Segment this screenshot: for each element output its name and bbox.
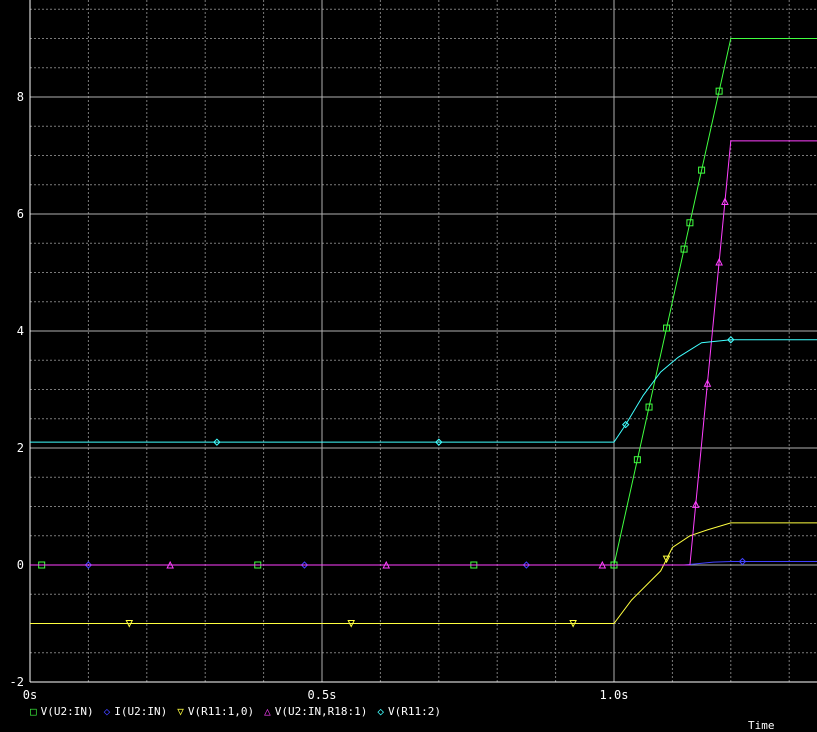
- legend-label: V(U2:IN): [40, 705, 94, 718]
- y-tick-label: -2: [10, 675, 24, 689]
- series-v-r11-2-: [30, 336, 817, 446]
- major-grid: [29, 0, 817, 683]
- y-tick-label: 8: [17, 90, 24, 104]
- legend-item: ◇ V(R11:2): [377, 705, 441, 718]
- y-tick-label: 4: [17, 324, 24, 338]
- legend: □ V(U2:IN) ◇ I(U2:IN) ▽ V(R11:1,0) △ V(U2:IN,R1…: [30, 705, 451, 718]
- x-tick-label: 0.5s: [308, 688, 337, 702]
- series-line: [30, 561, 817, 566]
- x-axis-label: Time: [748, 719, 775, 732]
- series-v-r11-1-0-: [30, 522, 817, 628]
- legend-item: ◇ I(U2:IN): [104, 705, 168, 718]
- legend-item: ▽ V(R11:1,0): [177, 705, 254, 718]
- axes: [29, 0, 817, 683]
- x-tick-label: 1.0s: [600, 688, 629, 702]
- series-group: [30, 38, 817, 628]
- legend-label: V(R11:1,0): [187, 705, 255, 718]
- series-line: [30, 339, 817, 443]
- legend-marker-icon: ◇: [377, 705, 385, 718]
- series-line: [30, 140, 817, 566]
- y-tick-label: 2: [17, 441, 24, 455]
- x-tick-label: 0s: [23, 688, 37, 702]
- y-tick-label: 0: [17, 558, 24, 572]
- legend-label: I(U2:IN): [114, 705, 168, 718]
- series-line: [30, 522, 817, 624]
- minor-grid: [29, 0, 817, 683]
- legend-label: V(U2:IN,R18:1): [274, 705, 368, 718]
- plot-area: 0s0.5s1.0s1.5s2.0s2.5s-202468: [10, 0, 817, 702]
- legend-marker-icon: ◇: [103, 705, 111, 718]
- legend-marker-icon: □: [30, 705, 37, 718]
- series-v-u2-in-r18-1-: [30, 140, 817, 569]
- legend-marker-icon: △: [264, 705, 271, 718]
- legend-item: △ V(U2:IN,R18:1): [264, 705, 367, 718]
- y-tick-label: 6: [17, 207, 24, 221]
- legend-item: □ V(U2:IN): [30, 705, 94, 718]
- tick-labels: 0s0.5s1.0s1.5s2.0s2.5s-202468: [10, 90, 629, 702]
- legend-marker-icon: ▽: [177, 705, 184, 718]
- legend-label: V(R11:2): [388, 705, 442, 718]
- series-i-u2-in-: [30, 557, 817, 569]
